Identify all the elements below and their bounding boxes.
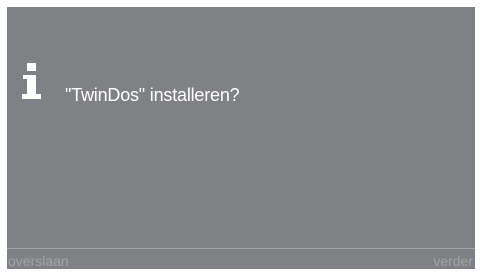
- display-screen: "TwinDos" installeren? overslaan verder: [7, 7, 475, 269]
- info-icon: [22, 63, 41, 99]
- dialog-message: "TwinDos" installeren?: [65, 85, 240, 105]
- softkey-divider: [7, 248, 475, 249]
- skip-button[interactable]: overslaan: [8, 252, 69, 269]
- display-frame: "TwinDos" installeren? overslaan verder: [0, 0, 482, 273]
- next-button[interactable]: verder: [433, 252, 473, 269]
